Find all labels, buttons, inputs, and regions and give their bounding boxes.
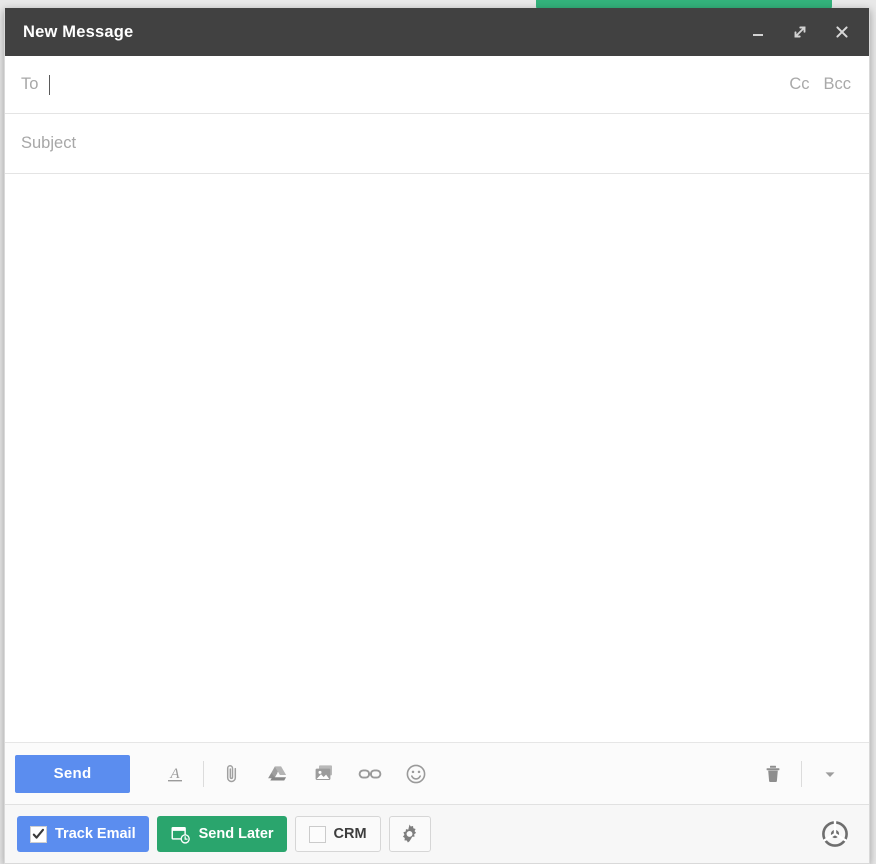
compose-toolbar: Send A <box>5 743 869 805</box>
trash-icon <box>766 765 780 782</box>
send-button[interactable]: Send <box>15 754 130 793</box>
toolbar-divider-2 <box>801 760 802 787</box>
bcc-link[interactable]: Bcc <box>823 75 851 94</box>
crm-checkbox[interactable] <box>308 825 326 843</box>
svg-text:A: A <box>169 766 180 782</box>
minimize-icon <box>753 34 763 36</box>
insert-emoji-button[interactable] <box>393 754 439 794</box>
window-controls <box>745 19 855 45</box>
toolbar-icon-group: A <box>152 754 439 794</box>
message-body-input[interactable] <box>5 174 869 743</box>
attach-file-button[interactable] <box>209 754 255 794</box>
plugin-toolbar: Track Email Send Later CRM <box>5 805 869 863</box>
calendar-clock-icon <box>171 826 190 844</box>
send-later-button[interactable]: Send Later <box>156 816 287 852</box>
google-drive-icon <box>268 765 287 780</box>
yesware-logo-button[interactable] <box>817 816 853 852</box>
more-options-button[interactable] <box>807 754 853 794</box>
send-later-label: Send Later <box>198 826 274 842</box>
subject-input[interactable] <box>76 114 851 173</box>
cc-bcc-group: Cc Bcc <box>789 75 851 94</box>
subject-row[interactable]: Subject <box>5 114 869 174</box>
insert-photo-button[interactable] <box>301 754 347 794</box>
track-email-button[interactable]: Track Email <box>17 816 149 852</box>
window-title: New Message <box>23 22 134 41</box>
to-label: To <box>21 75 39 93</box>
yesware-logo-icon <box>822 820 848 847</box>
expand-icon <box>794 26 806 38</box>
formatting-icon: A <box>168 766 182 782</box>
google-drive-button[interactable] <box>255 754 301 794</box>
minimize-button[interactable] <box>745 19 771 45</box>
toolbar-right-group <box>750 754 853 794</box>
more-options-icon <box>825 771 835 777</box>
checkmark-icon <box>32 828 45 839</box>
crm-label: CRM <box>333 826 367 842</box>
insert-link-icon <box>358 768 382 779</box>
track-email-checkbox[interactable] <box>30 825 47 843</box>
to-input[interactable] <box>50 56 789 113</box>
subject-placeholder: Subject <box>21 134 77 152</box>
track-email-label: Track Email <box>55 826 136 842</box>
discard-draft-button[interactable] <box>750 754 796 794</box>
toolbar-divider-1 <box>203 760 204 787</box>
titlebar: New Message <box>5 8 869 56</box>
expand-button[interactable] <box>787 19 813 45</box>
cc-link[interactable]: Cc <box>789 75 809 94</box>
gear-icon <box>402 824 417 842</box>
crm-button[interactable]: CRM <box>294 816 381 852</box>
compose-window: New Message To Cc Bcc Subject Send A Tra… <box>4 8 870 864</box>
insert-emoji-icon <box>406 764 426 783</box>
insert-link-button[interactable] <box>347 754 393 794</box>
insert-photo-icon <box>315 764 332 780</box>
attach-file-icon <box>226 764 237 782</box>
close-button[interactable] <box>829 19 855 45</box>
formatting-button[interactable]: A <box>152 754 198 794</box>
close-icon <box>836 26 848 38</box>
plugin-settings-button[interactable] <box>388 816 431 852</box>
to-row[interactable]: To Cc Bcc <box>5 56 869 114</box>
